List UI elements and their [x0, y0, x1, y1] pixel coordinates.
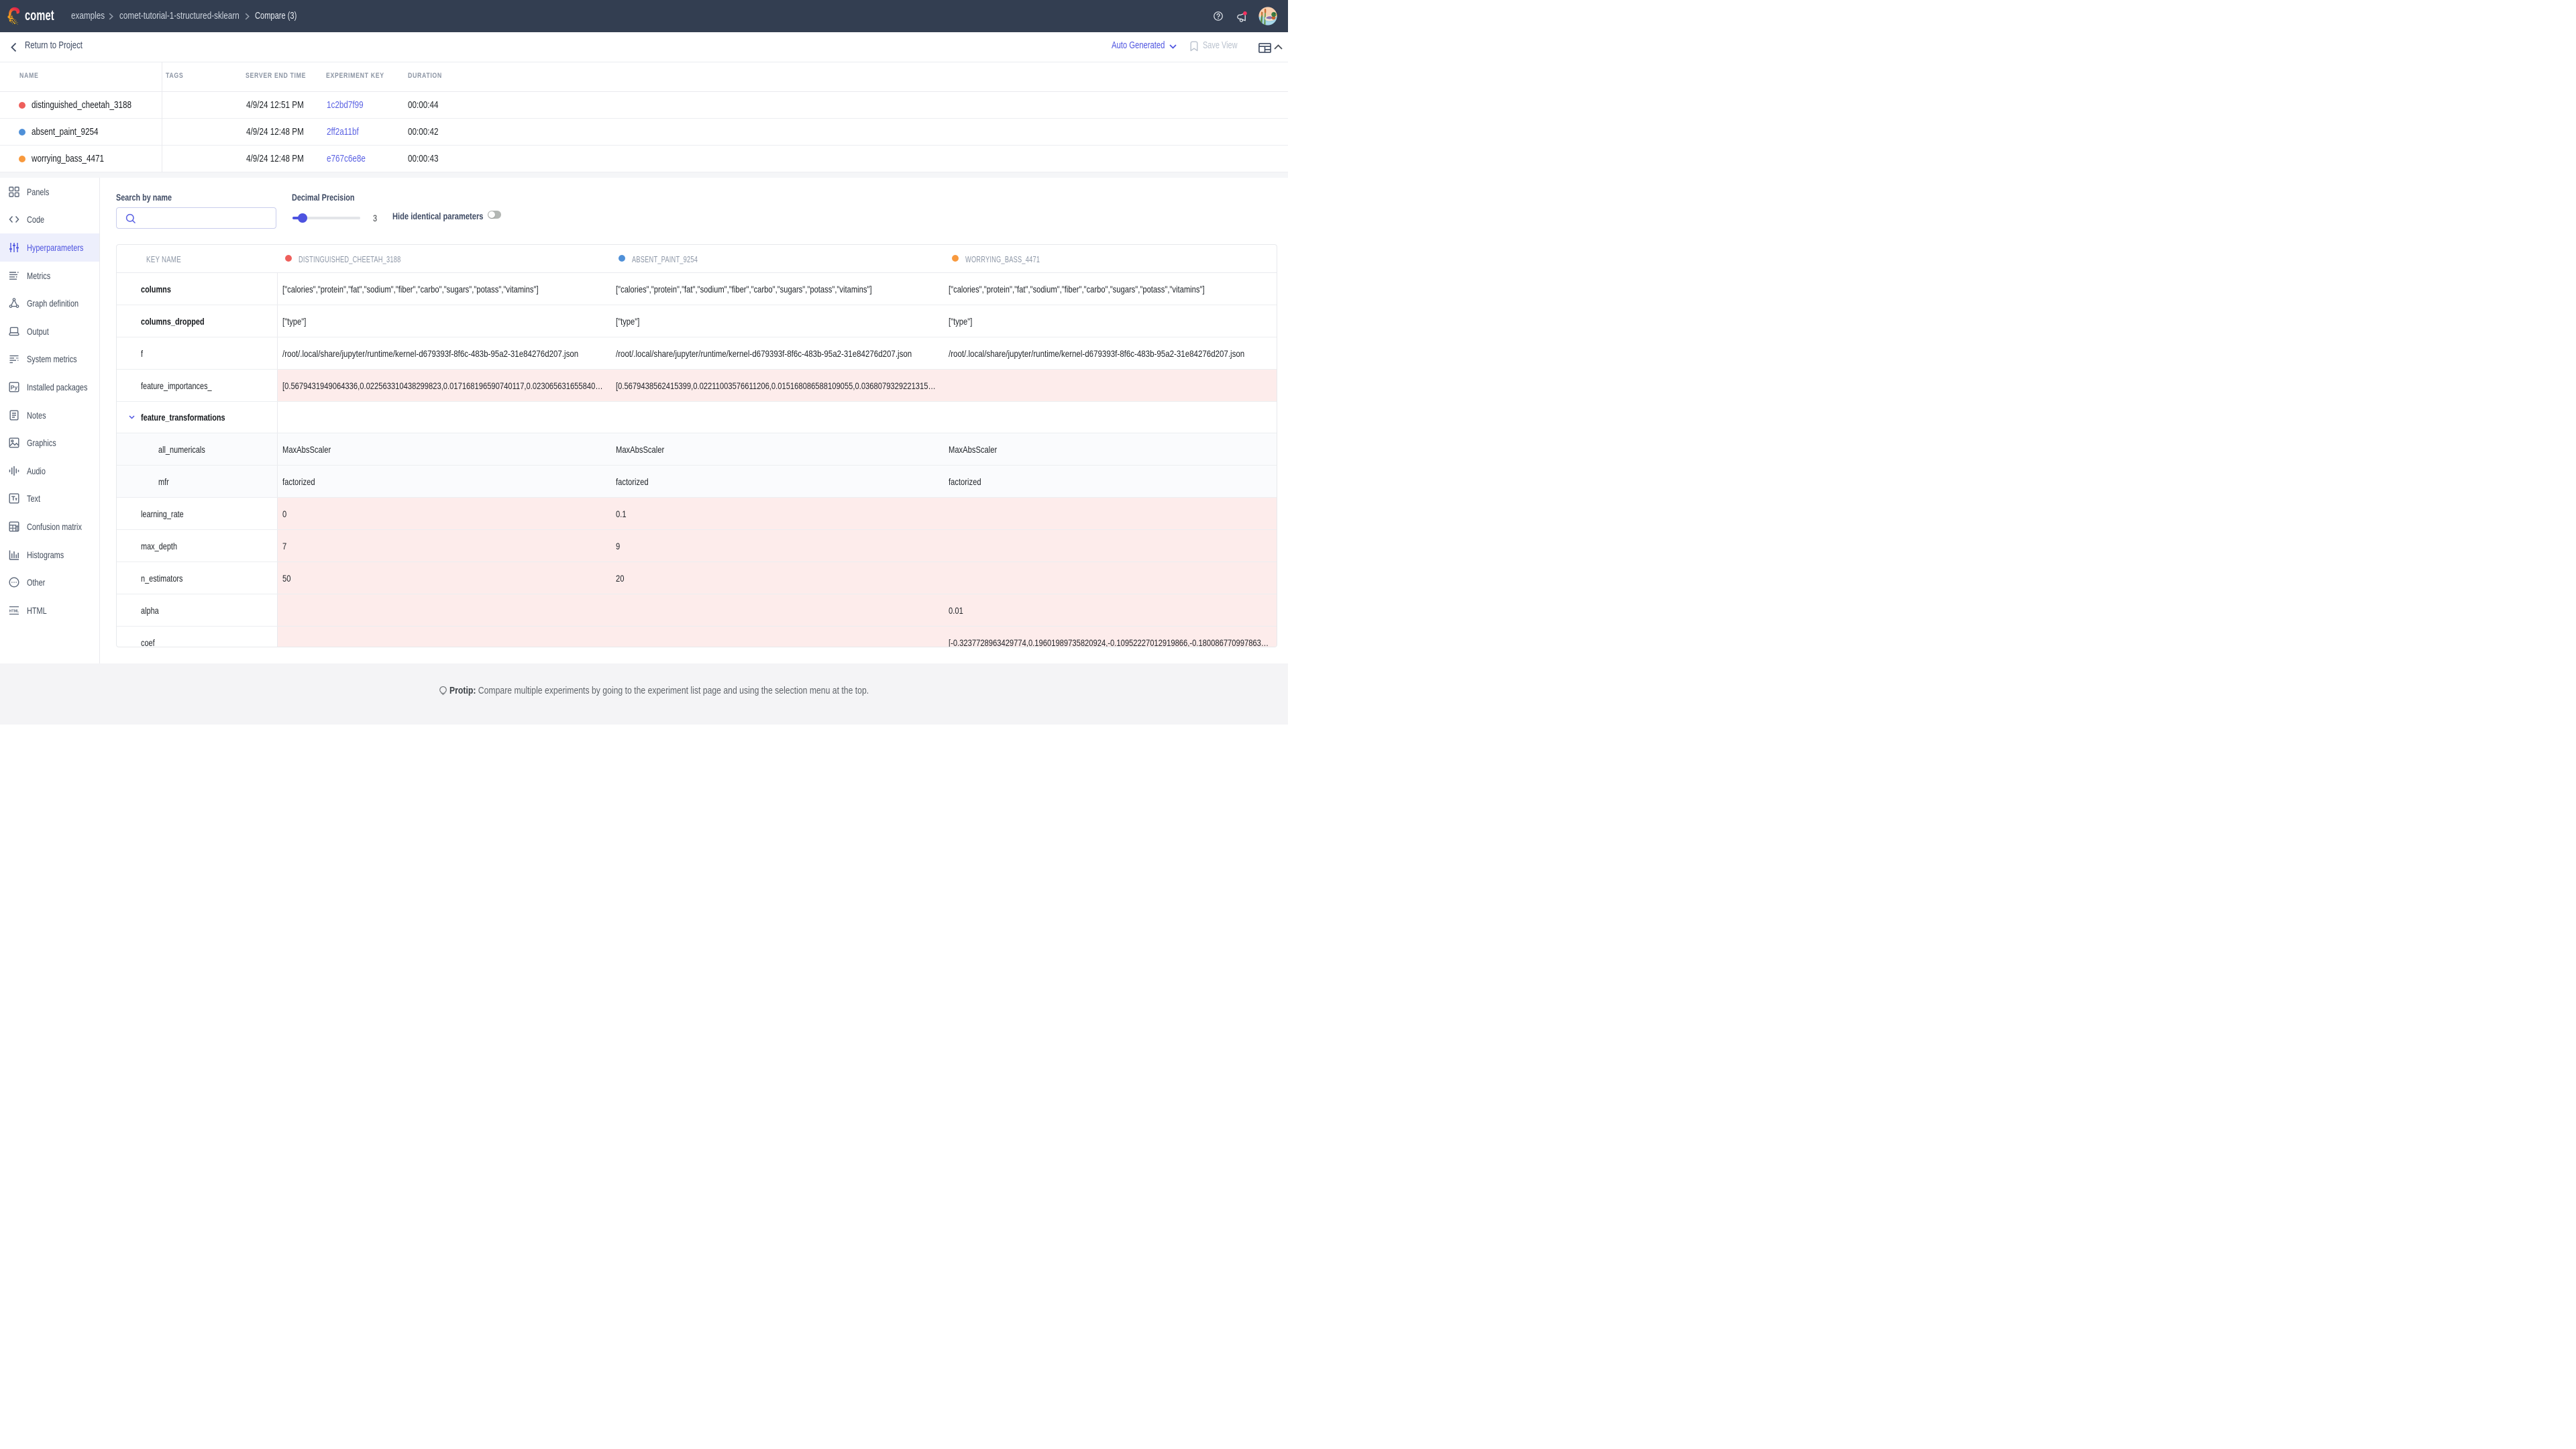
- svg-text:HTML: HTML: [9, 609, 19, 613]
- svg-text:Py: Py: [11, 384, 18, 390]
